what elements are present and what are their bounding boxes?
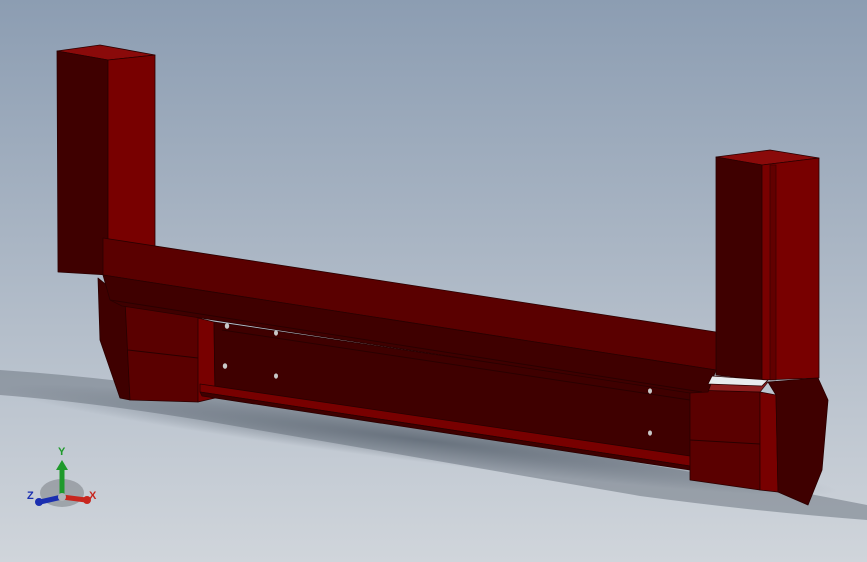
view-triad[interactable]: Y X Z (27, 446, 97, 507)
bumper-3d-model[interactable]: Y X Z (0, 0, 867, 562)
graphics-viewport[interactable]: Y X Z (0, 0, 867, 562)
triad-z-label: Z (27, 490, 34, 502)
right-upright-post[interactable] (715, 149, 820, 381)
triad-x-label: X (89, 490, 97, 502)
triad-y-label: Y (58, 446, 66, 458)
